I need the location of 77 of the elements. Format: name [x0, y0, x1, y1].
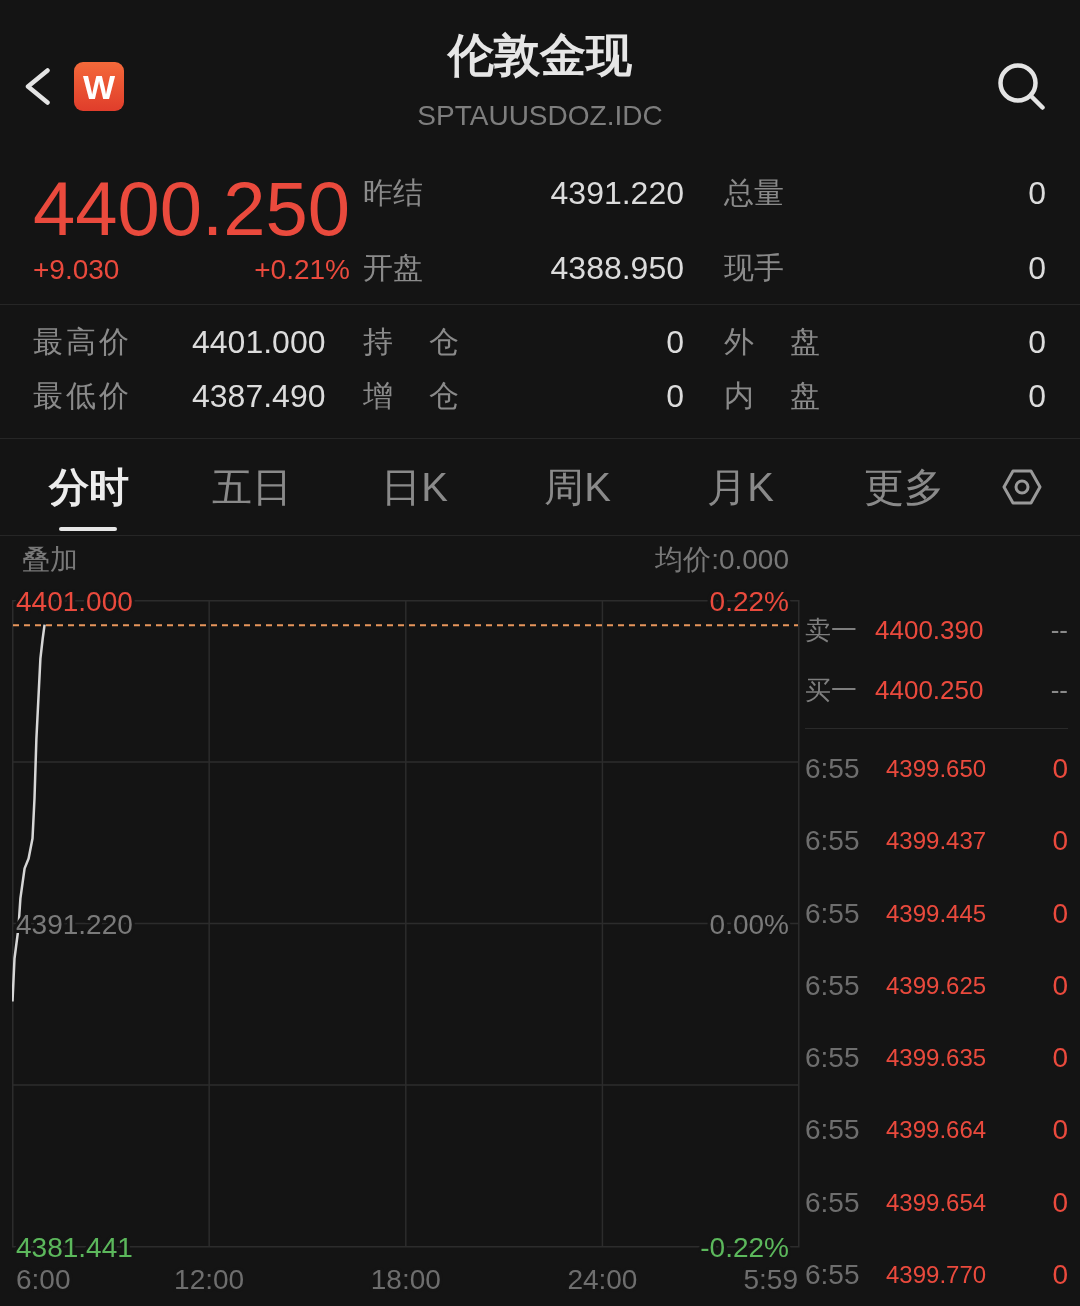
x-axis-label: 5:59 [743, 1264, 798, 1295]
price-change: +9.030 [33, 253, 120, 287]
percent-label: 0.00% [709, 908, 789, 940]
field-label: 昨结 [363, 174, 423, 211]
trade-price: 4399.625 [886, 971, 987, 1000]
stat-label: 最高价 [33, 323, 129, 360]
symbol-code: SPTAUUSDOZ.IDC [417, 99, 663, 133]
app-logo: W [74, 62, 124, 111]
trade-time: 6:55 [805, 1186, 860, 1219]
trade-volume: 0 [1052, 1042, 1068, 1075]
trade-time: 6:55 [805, 1259, 860, 1292]
stat-value: 0 [666, 377, 684, 415]
trade-volume: 0 [1052, 825, 1068, 858]
stat-value: 0 [1028, 323, 1046, 361]
order-price: 4400.250 [875, 674, 984, 706]
trade-time: 6:55 [805, 753, 860, 785]
order-volume: -- [1050, 674, 1068, 706]
trade-time: 6:55 [805, 897, 860, 930]
percent-label: 0.22% [709, 585, 789, 617]
order-volume: -- [1050, 614, 1068, 646]
chart-tab[interactable]: 分时 [7, 439, 170, 535]
trade-price: 4399.445 [886, 899, 987, 928]
settings-icon[interactable] [1002, 469, 1042, 505]
overlay-label[interactable]: 叠加 [22, 541, 78, 579]
page-title: 伦敦金现 [448, 28, 632, 82]
x-axis-label: 24:00 [567, 1264, 638, 1295]
field-value: 0 [1028, 249, 1046, 287]
field-value: 4391.220 [550, 174, 684, 212]
trade-volume: 0 [1052, 753, 1068, 785]
x-axis-label: 18:00 [370, 1264, 441, 1295]
trade-price: 4399.437 [886, 827, 987, 856]
trade-price: 4399.650 [886, 755, 987, 783]
x-axis-label: 12:00 [174, 1264, 245, 1295]
trade-price: 4399.770 [886, 1261, 987, 1290]
stat-value: 4387.490 [192, 377, 326, 415]
stat-label: 持 仓 [363, 323, 459, 360]
chart-tab[interactable]: 五日 [170, 439, 333, 535]
stat-value: 0 [666, 323, 684, 361]
field-label: 开盘 [363, 249, 423, 286]
average-price: 均价:0.000 [655, 543, 789, 577]
trade-volume: 0 [1052, 1186, 1068, 1219]
order-label: 卖一 [805, 613, 857, 647]
order-label: 买一 [805, 673, 857, 707]
y-axis-label: 4401.000 [16, 585, 133, 617]
trade-volume: 0 [1052, 1259, 1068, 1292]
stat-label: 最低价 [33, 377, 129, 414]
percent-change: +0.21% [254, 253, 350, 287]
y-axis-label: 4381.441 [16, 1231, 133, 1263]
last-price: 4400.250 [33, 166, 350, 252]
chart-tab[interactable]: 日K [333, 439, 496, 535]
trade-price: 4399.654 [886, 1188, 987, 1217]
search-icon[interactable] [997, 62, 1045, 110]
trade-volume: 0 [1052, 897, 1068, 930]
order-price: 4400.390 [875, 614, 984, 646]
stat-label: 外 盘 [724, 323, 820, 360]
trade-volume: 0 [1052, 1114, 1068, 1147]
chart-tab[interactable]: 月K [659, 439, 822, 535]
trade-time: 6:55 [805, 1114, 860, 1147]
trade-time: 6:55 [805, 825, 860, 858]
chart-tab[interactable]: 更多 [822, 439, 985, 535]
stat-value: 0 [1028, 377, 1046, 415]
trade-time: 6:55 [805, 1042, 860, 1075]
field-label: 现手 [724, 249, 784, 286]
field-label: 总量 [724, 174, 784, 211]
percent-label: -0.22% [700, 1231, 789, 1263]
x-axis-label: 6:00 [16, 1264, 71, 1295]
field-value: 0 [1028, 174, 1046, 212]
stat-label: 增 仓 [363, 377, 459, 414]
back-icon[interactable] [25, 68, 50, 105]
trade-volume: 0 [1052, 969, 1068, 1002]
trade-price: 4399.635 [886, 1044, 987, 1073]
stat-label: 内 盘 [724, 377, 820, 414]
trade-time: 6:55 [805, 969, 860, 1002]
chart-tab[interactable]: 周K [496, 439, 659, 535]
trade-price: 4399.664 [886, 1116, 987, 1145]
stat-value: 4401.000 [192, 323, 326, 361]
field-value: 4388.950 [550, 249, 684, 287]
